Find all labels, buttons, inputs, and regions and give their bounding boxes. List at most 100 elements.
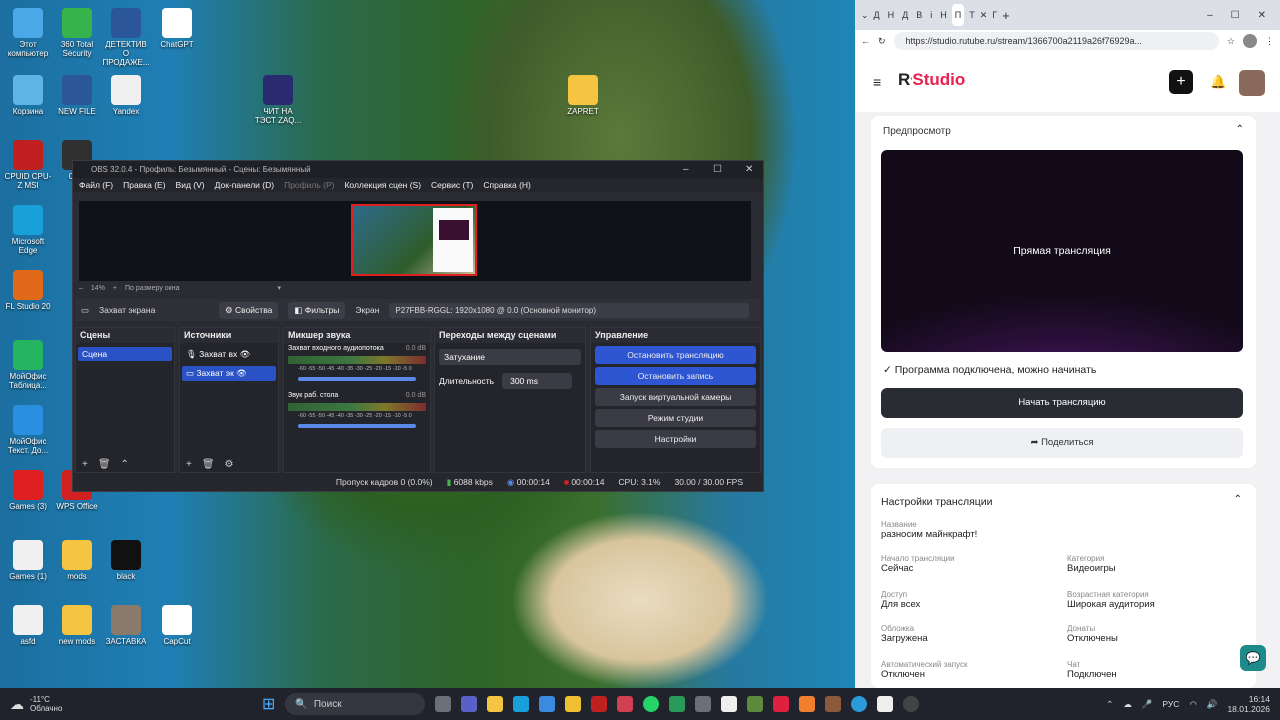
scene-item[interactable]: Сцена — [78, 347, 172, 361]
menu-tools[interactable]: Сервис (T) — [431, 180, 473, 190]
share-button[interactable]: ➦ Поделиться — [881, 428, 1243, 458]
settings-button[interactable]: Настройки — [595, 430, 756, 448]
close-icon[interactable]: ✕ — [745, 161, 753, 178]
avatar[interactable] — [1239, 70, 1265, 96]
tab[interactable]: Г — [989, 4, 1000, 26]
properties-button[interactable]: ⚙ Свойства — [219, 301, 279, 319]
app-icon[interactable] — [825, 696, 842, 712]
edge-icon[interactable] — [513, 696, 530, 712]
search-box[interactable]: 🔍 Поиск — [285, 693, 426, 715]
virtual-camera-button[interactable]: Запуск виртуальной камеры — [595, 388, 756, 406]
menu-docks[interactable]: Док-панели (D) — [215, 180, 274, 190]
reload-icon[interactable]: ↻ — [878, 36, 886, 47]
zoom-fit[interactable]: По размеру окна — [125, 285, 179, 292]
menu-view[interactable]: Вид (V) — [176, 180, 205, 190]
close-tab-icon[interactable]: ✕ — [980, 10, 988, 21]
desktop-icon[interactable]: asfd — [3, 605, 53, 646]
desktop-icon[interactable]: FL Studio 20 — [3, 270, 53, 311]
app-icon[interactable] — [565, 696, 582, 712]
studio-mode-button[interactable]: Режим студии — [595, 409, 756, 427]
desktop-icon[interactable]: ЗАСТАВКА — [101, 605, 151, 646]
volume-icon[interactable]: 🔊 — [1207, 699, 1218, 710]
screen-select[interactable]: P27FBB-RGGL: 1920x1080 @ 0.0 (Основной м… — [389, 302, 750, 318]
zoom-out-icon[interactable]: – — [79, 285, 83, 292]
tab[interactable]: Д — [871, 4, 883, 26]
desktop-icon[interactable]: 360 Total Security — [52, 8, 102, 58]
minimize-icon[interactable]: – — [683, 161, 689, 178]
eye-icon[interactable]: 👁 — [240, 349, 251, 359]
windows-icon[interactable]: ⊞ — [262, 694, 275, 714]
desktop-icon[interactable]: ДЕТЕКТИВ О ПРОДАЖЕ... — [101, 8, 151, 67]
up-icon[interactable]: ⌃ — [121, 459, 129, 470]
desktop-icon[interactable]: ZAPRET — [558, 75, 608, 116]
obs-preview[interactable] — [79, 201, 751, 281]
menu-help[interactable]: Справка (H) — [483, 180, 531, 190]
avatar[interactable] — [1243, 34, 1257, 48]
whatsapp-icon[interactable] — [643, 696, 660, 712]
desktop-icon[interactable]: Microsoft Edge — [3, 205, 53, 255]
menu-scene-collection[interactable]: Коллекция сцен (S) — [344, 180, 421, 190]
file-icon[interactable] — [877, 696, 894, 712]
chevron-up-icon[interactable]: ⌃ — [1236, 124, 1244, 135]
stream-preview[interactable]: Прямая трансляция — [881, 150, 1243, 352]
maximize-icon[interactable]: ☐ — [713, 161, 722, 178]
desktop-icon[interactable]: Games (3) — [3, 470, 53, 511]
desktop-icon[interactable]: NEW FILE — [52, 75, 102, 116]
eye-icon[interactable]: 👁 — [236, 368, 247, 378]
tab[interactable]: і — [927, 4, 935, 26]
taskview-icon[interactable] — [435, 696, 452, 712]
wifi-icon[interactable]: ◠ — [1189, 699, 1196, 710]
teams-icon[interactable] — [461, 696, 478, 712]
back-icon[interactable]: ← — [861, 36, 870, 46]
desktop-icon[interactable]: Yandex — [101, 75, 151, 116]
desktop-icon[interactable]: new mods — [52, 605, 102, 646]
desktop-icon[interactable]: МойОфис Таблица... — [3, 340, 53, 390]
wps-icon[interactable] — [591, 696, 608, 712]
explorer-icon[interactable] — [487, 696, 504, 712]
trash-icon[interactable]: 🗑 — [202, 459, 215, 470]
app-icon[interactable] — [799, 696, 816, 712]
desktop-icon[interactable]: МойОфис Текст. До... — [3, 405, 53, 455]
new-tab-icon[interactable]: + — [1002, 8, 1010, 23]
zoom-in-icon[interactable]: + — [113, 285, 117, 292]
chevron-down-icon[interactable]: ▾ — [277, 284, 281, 292]
app-icon[interactable] — [669, 696, 686, 712]
add-icon[interactable]: + — [186, 459, 192, 470]
transition-select[interactable]: Затухание — [439, 349, 581, 365]
obs-icon[interactable] — [903, 696, 920, 712]
app-icon[interactable] — [617, 696, 634, 712]
obs-titlebar[interactable]: OBS 32.0.4 - Профиль: Безымянный - Сцены… — [73, 161, 763, 178]
stop-stream-button[interactable]: Остановить трансляцию — [595, 346, 756, 364]
app-icon[interactable] — [773, 696, 790, 712]
store-icon[interactable] — [539, 696, 556, 712]
plus-button[interactable]: + — [1169, 70, 1193, 94]
duration-input[interactable]: 300 ms — [502, 373, 573, 389]
source-item[interactable]: ▭ Захват эк 👁 — [182, 366, 276, 381]
desktop-icon[interactable]: black — [101, 540, 151, 581]
volume-slider[interactable] — [298, 377, 416, 381]
rutube-logo[interactable]: R'Studio — [898, 70, 965, 90]
desktop-icon[interactable]: ChatGPT — [152, 8, 202, 49]
menu-icon[interactable]: ⋮ — [1265, 36, 1274, 47]
menu-profile[interactable]: Профиль (P) — [284, 180, 334, 190]
tab[interactable]: В — [913, 4, 925, 26]
stop-recording-button[interactable]: Остановить запись — [595, 367, 756, 385]
hamburger-icon[interactable]: ≡ — [873, 74, 881, 90]
source-item[interactable]: 🎙 Захват вх 👁 — [182, 347, 276, 362]
desktop-icon[interactable]: ЧИТ НА ТЭСТ ZAQ... — [253, 75, 303, 125]
menu-edit[interactable]: Правка (E) — [123, 180, 165, 190]
chevron-down-icon[interactable]: ⌄ — [861, 10, 869, 21]
capcut-icon[interactable] — [721, 696, 738, 712]
language[interactable]: РУС — [1162, 699, 1179, 709]
tab[interactable]: Д — [899, 4, 911, 26]
chevron-up-icon[interactable]: ⌃ — [1106, 699, 1113, 710]
tab[interactable]: Н — [885, 4, 898, 26]
tab-active[interactable]: П — [951, 4, 965, 26]
bell-icon[interactable]: 🔔 — [1210, 74, 1226, 90]
desktop-icon[interactable]: CapCut — [152, 605, 202, 646]
app-icon[interactable] — [695, 696, 712, 712]
close-icon[interactable]: ✕ — [1258, 10, 1266, 21]
menu-file[interactable]: Файл (F) — [79, 180, 113, 190]
tab[interactable]: Н — [937, 4, 950, 26]
minimize-icon[interactable]: – — [1207, 10, 1213, 21]
